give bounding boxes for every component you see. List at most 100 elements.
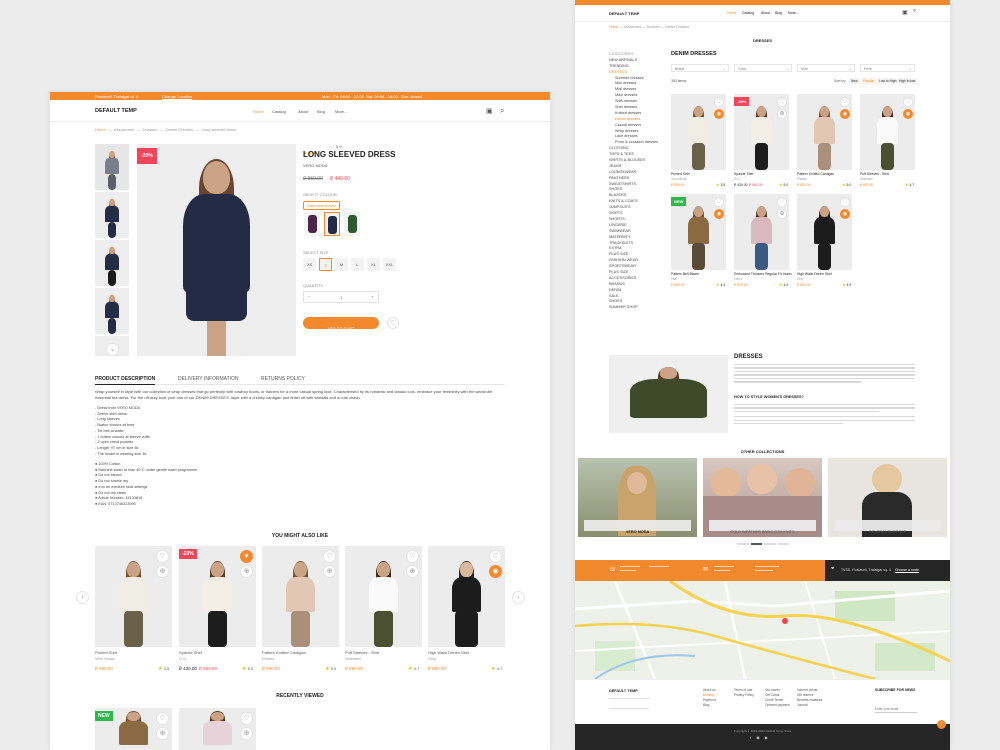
product-name[interactable]: Sparkle Shirt: [179, 650, 202, 655]
wishlist-icon[interactable]: ♡: [387, 317, 399, 329]
size-m[interactable]: M: [335, 258, 348, 271]
product-brand[interactable]: VERO MODA: [303, 163, 327, 168]
colour-swatch-purple[interactable]: [304, 212, 320, 236]
size-xl[interactable]: XL: [367, 258, 380, 271]
cart-add-icon[interactable]: ⊕: [323, 565, 336, 578]
tab-returns[interactable]: RETURNS POLICY: [261, 376, 305, 382]
carousel-next-icon[interactable]: ›: [512, 591, 525, 604]
wishlist-icon[interactable]: ♡: [777, 97, 787, 107]
footer-link[interactable]: Ordered payment: [765, 703, 790, 708]
size-l[interactable]: L: [351, 258, 364, 271]
wishlist-icon[interactable]: ♡: [240, 712, 253, 725]
colour-swatch-green[interactable]: [344, 212, 360, 236]
product-card[interactable]: ♡ ⊕ Embossed Trousers Regular Fit Jeans Lev…: [734, 194, 792, 290]
wishlist-icon[interactable]: ♡: [777, 197, 787, 207]
related-card-4[interactable]: ♡ ⊕ Puff Sleeves - Shirt Selected ₽ 890.…: [345, 546, 422, 676]
filter-price[interactable]: Price ⌄: [860, 64, 915, 72]
nav-blog[interactable]: Blog: [775, 11, 782, 15]
nav-home[interactable]: Home: [253, 109, 264, 114]
nav-about[interactable]: About: [761, 11, 770, 15]
filter-color[interactable]: Color ⌄: [734, 64, 792, 72]
footer-link[interactable]: Journal: [797, 703, 822, 708]
logo[interactable]: DEFAULT TEMP: [95, 108, 137, 114]
breadcrumb-assortment[interactable]: Assortment: [624, 25, 642, 29]
size-xxl[interactable]: XXL: [383, 258, 396, 271]
nav-catalog[interactable]: Catalog: [272, 109, 286, 114]
cart-add-active-icon[interactable]: ◉: [714, 109, 724, 119]
wishlist-icon[interactable]: ♡: [714, 97, 724, 107]
wishlist-active-icon[interactable]: ♥: [240, 550, 253, 563]
collections-pagination[interactable]: [737, 543, 789, 545]
cart-add-icon[interactable]: ⊕: [156, 565, 169, 578]
product-name[interactable]: High Waist Denim Skirt: [428, 650, 469, 655]
colour-swatch-navy[interactable]: [324, 212, 340, 236]
size-xs[interactable]: XS: [303, 258, 316, 271]
wishlist-icon[interactable]: ♡: [156, 550, 169, 563]
wishlist-icon[interactable]: ♡: [489, 550, 502, 563]
product-name[interactable]: Pattern Knitted Cardigan: [262, 650, 306, 655]
breadcrumb-assortment[interactable]: Assortment: [114, 127, 134, 132]
tab-delivery[interactable]: DELIVERY INFORMATION: [178, 376, 239, 382]
wishlist-icon[interactable]: ♡: [323, 550, 336, 563]
cart-icon[interactable]: ▣: [486, 107, 493, 115]
collection-card-2[interactable]: COLD WEATHER BASIC OTH KNITS: [703, 458, 822, 537]
newsletter-email-input[interactable]: [875, 706, 917, 713]
nav-more[interactable]: More...: [335, 109, 347, 114]
product-card[interactable]: ♡ ◉ Printed Shirt Vero Moda ₽ 890.00 ★ 3.5: [671, 94, 726, 190]
breadcrumb-denim[interactable]: Denim Dresses: [166, 127, 193, 132]
social-icons[interactable]: f ◉ ▶: [750, 735, 770, 740]
quantity-minus-button[interactable]: −: [308, 294, 310, 299]
nav-more[interactable]: More...: [788, 11, 799, 15]
thumbnail-4[interactable]: [95, 288, 129, 334]
product-card[interactable]: ♡ ◉ Puff Sleeves - Shirt Selected ₽ 890.00 ★ …: [860, 94, 915, 190]
product-name[interactable]: Pattern Belt Blazer: [671, 272, 699, 276]
product-card[interactable]: NEW ♡ ◉ Pattern Belt Blazer Vila ₽ 890.00 ★ 4.…: [671, 194, 726, 290]
product-name[interactable]: Embossed Trousers Regular Fit Jeans: [734, 272, 792, 276]
cart-add-icon[interactable]: ⊕: [406, 565, 419, 578]
wishlist-icon[interactable]: ♡: [840, 97, 850, 107]
nav-home[interactable]: Home: [727, 11, 736, 15]
nav-catalog[interactable]: Catalog: [742, 11, 754, 15]
search-icon[interactable]: ⌕: [913, 8, 916, 15]
product-card[interactable]: -20% ♡ ⊕ Sparkle Shirt G.G. ₽ 430.00 ₽ 560.00 ★…: [734, 94, 789, 190]
product-name[interactable]: Puff Sleeves - Shirt: [345, 650, 379, 655]
breadcrumb-dresses[interactable]: Dresses: [143, 127, 158, 132]
nav-blog[interactable]: Blog: [317, 109, 325, 114]
product-card[interactable]: ♡ ◉ Pattern Knitted Cardigan Planes ₽ 890.00…: [797, 94, 852, 190]
nav-about[interactable]: About: [298, 109, 308, 114]
wishlist-icon[interactable]: ♡: [714, 197, 724, 207]
breadcrumb-home[interactable]: Home: [609, 25, 618, 29]
cart-add-icon[interactable]: ⊕: [777, 209, 787, 219]
thumbnail-2[interactable]: [95, 192, 129, 238]
cart-add-icon[interactable]: ⊕: [240, 565, 253, 578]
quantity-plus-button[interactable]: +: [371, 294, 373, 299]
cart-add-active-icon[interactable]: ◉: [714, 209, 724, 219]
wishlist-icon[interactable]: ♡: [406, 550, 419, 563]
cart-add-icon[interactable]: ⊕: [777, 109, 787, 119]
product-name[interactable]: Pattern Knitted Cardigan: [797, 172, 834, 176]
collection-card-1[interactable]: VERO MODA: [578, 458, 697, 537]
sort-popular[interactable]: Popular: [861, 78, 877, 84]
add-to-cart-button[interactable]: ADD TO CART: [303, 317, 379, 331]
product-name[interactable]: Printed Shirt: [671, 172, 690, 176]
breadcrumb-dresses[interactable]: Dresses: [647, 25, 660, 29]
tab-description[interactable]: PRODUCT DESCRIPTION: [95, 376, 156, 385]
related-card-1[interactable]: ♡ ⊕ Printed Shirt Vero Moda ₽ 890.00 ★ 3…: [95, 546, 172, 676]
footer-logo[interactable]: DEFAULT TEMP: [609, 689, 638, 693]
thumbnail-1[interactable]: [95, 144, 129, 190]
cart-add-icon[interactable]: ⊕: [240, 727, 253, 740]
category-item[interactable]: SUMMER SHOP: [609, 305, 667, 311]
wishlist-icon[interactable]: ♡: [903, 97, 913, 107]
cart-add-active-icon[interactable]: ◉: [489, 565, 502, 578]
product-card[interactable]: ♡ ◉ High Waist Denim Skirt Only ₽ 890.00 ★ 4.…: [797, 194, 852, 290]
sort-low-high[interactable]: Low to High: [877, 78, 899, 84]
size-s[interactable]: S: [319, 258, 332, 271]
breadcrumb-home[interactable]: Home: [95, 127, 106, 132]
filter-brand[interactable]: Brand ⌄: [671, 64, 729, 72]
cart-add-icon[interactable]: ⊕: [156, 727, 169, 740]
quantity-input[interactable]: 1: [340, 295, 342, 300]
route-link[interactable]: Choose a route: [895, 568, 919, 572]
cart-add-active-icon[interactable]: ◉: [903, 109, 913, 119]
product-name[interactable]: Puff Sleeves - Shirt: [860, 172, 889, 176]
colour-selected-chip[interactable]: Dark blue flower: [303, 201, 340, 210]
